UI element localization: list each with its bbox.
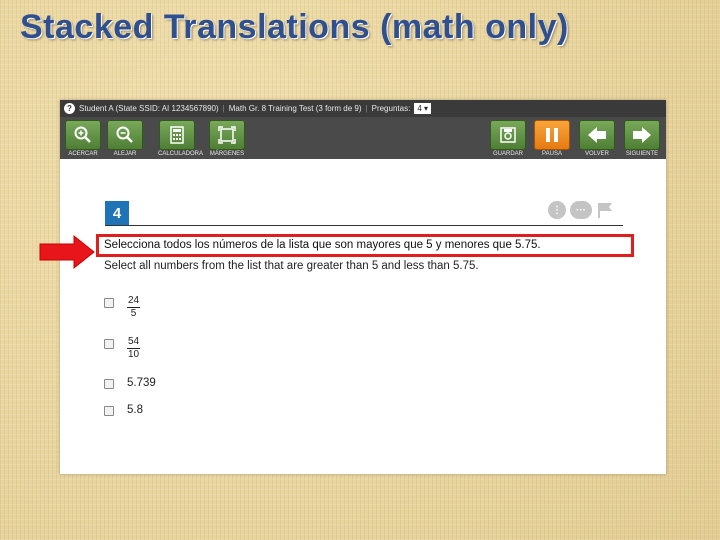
back-button[interactable]: VOLVER (578, 120, 616, 157)
option-checkbox[interactable] (104, 298, 114, 308)
question-content: 4 ⋮ ··· Selecciona todos los números de … (60, 159, 666, 474)
option-checkbox[interactable] (104, 339, 114, 349)
zoom-in-button[interactable]: ACERCAR (64, 120, 102, 157)
answer-option-1[interactable]: 24 5 (104, 296, 140, 319)
slide-title: Stacked Translations (math only) (20, 8, 569, 46)
test-screenshot: ? Student A (State SSID: AI 1234567890) … (60, 100, 666, 474)
next-arrow-icon (633, 127, 651, 143)
question-select-label: Preguntas: (371, 104, 411, 113)
option-text: 5.8 (127, 404, 143, 416)
option-checkbox[interactable] (104, 379, 114, 389)
zoom-in-icon (74, 126, 91, 143)
pause-icon (546, 128, 558, 142)
calculator-button[interactable]: CALCULADORA (158, 120, 203, 157)
back-arrow-icon (588, 127, 606, 143)
answer-option-3[interactable]: 5.739 (104, 377, 156, 389)
flag-icon[interactable] (596, 201, 614, 219)
save-icon (500, 127, 516, 143)
option-fraction: 24 5 (127, 295, 140, 319)
help-icon[interactable]: ? (64, 103, 75, 114)
question-number: 4 (105, 201, 129, 225)
student-info: Student A (State SSID: AI 1234567890) (79, 104, 219, 113)
next-button[interactable]: SIGUIENTE (623, 120, 661, 157)
pause-button[interactable]: PAUSA (533, 120, 571, 157)
margins-button[interactable]: MÁRGENES (208, 120, 246, 157)
answer-option-2[interactable]: 54 10 (104, 337, 140, 360)
question-options-icon[interactable]: ⋮ (548, 201, 566, 219)
red-arrow-icon (39, 234, 95, 270)
zoom-out-icon (116, 126, 133, 143)
question-prompt-english: Select all numbers from the list that ar… (104, 260, 479, 272)
question-divider (105, 225, 623, 226)
option-fraction: 54 10 (127, 336, 140, 360)
question-tools: ⋮ ··· (548, 201, 614, 219)
question-select[interactable]: 4 ▾ (414, 103, 432, 114)
answer-option-4[interactable]: 5.8 (104, 404, 143, 416)
student-info-bar: ? Student A (State SSID: AI 1234567890) … (60, 100, 666, 117)
comment-icon[interactable]: ··· (570, 201, 592, 219)
frame-icon (218, 126, 236, 144)
question-prompt-spanish: Selecciona todos los números de la lista… (96, 234, 634, 257)
calculator-icon (170, 126, 184, 144)
option-checkbox[interactable] (104, 406, 114, 416)
zoom-out-button[interactable]: ALEJAR (106, 120, 144, 157)
test-info: Math Gr. 8 Training Test (3 form de 9) (228, 104, 362, 113)
save-button[interactable]: GUARDAR (489, 120, 527, 157)
toolbar: ACERCAR ALEJAR CALCULADORA MÁRGENES GUAR… (60, 117, 666, 159)
option-text: 5.739 (127, 377, 156, 389)
